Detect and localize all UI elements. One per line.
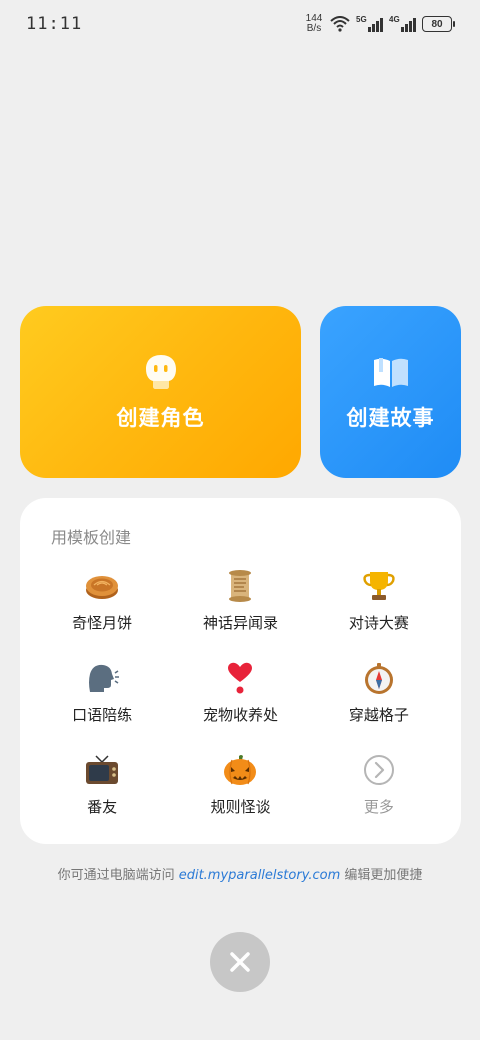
jack-o-lantern-icon <box>224 755 257 785</box>
create-story-label: 创建故事 <box>346 406 435 430</box>
network-speed: 144 B/s <box>305 13 323 34</box>
speaking-head-icon <box>89 664 120 692</box>
trophy-icon <box>363 572 395 600</box>
wifi-icon <box>330 16 350 32</box>
heart-icon <box>228 662 253 694</box>
template-panel: 用模板创建 奇怪月饼 神话异闻录 对诗大赛 口语陪练 宠物收养处 穿越格子 番友… <box>20 498 461 844</box>
template-pet-adoption[interactable]: 宠物收养处 <box>171 660 309 726</box>
status-icons: 144 B/s 5G 4G 80 <box>304 12 455 36</box>
mooncake-icon <box>86 576 119 599</box>
open-book-icon <box>373 358 408 387</box>
desktop-url-link[interactable]: edit.myparallelstory.com <box>179 868 341 883</box>
battery-icon: 80 <box>422 16 455 32</box>
desktop-hint: 你可通过电脑端访问 edit.myparallelstory.com 编辑更加便… <box>57 868 423 883</box>
television-icon <box>86 755 119 784</box>
template-time-travel[interactable]: 穿越格子 <box>310 660 448 726</box>
template-mythology[interactable]: 神话异闻录 <box>171 568 309 634</box>
status-time: 11:11 <box>26 14 83 34</box>
close-button[interactable] <box>210 932 270 992</box>
template-rule-horror[interactable]: 规则怪谈 <box>171 752 309 818</box>
compass-icon <box>364 663 393 694</box>
template-speaking-practice[interactable]: 口语陪练 <box>33 660 171 726</box>
scroll-icon <box>229 570 252 602</box>
signal-5g-icon: 5G <box>356 15 383 32</box>
signal-4g-icon: 4G <box>389 15 416 32</box>
create-role-label: 创建角色 <box>116 406 205 430</box>
close-icon <box>230 952 250 972</box>
ghost-face-icon <box>145 355 176 389</box>
template-section-title: 用模板创建 <box>51 528 132 547</box>
template-anime-friend[interactable]: 番友 <box>33 752 171 818</box>
status-bar: 11:11 144 B/s 5G 4G 80 <box>0 0 480 48</box>
template-more[interactable]: 更多 <box>310 752 448 818</box>
template-mooncake[interactable]: 奇怪月饼 <box>33 568 171 634</box>
create-story-button[interactable]: 创建故事 <box>320 306 461 478</box>
create-role-button[interactable]: 创建角色 <box>20 306 301 478</box>
chevron-right-circle-icon <box>363 755 394 785</box>
template-grid: 奇怪月饼 神话异闻录 对诗大赛 口语陪练 宠物收养处 穿越格子 番友 规则怪谈 … <box>33 568 448 818</box>
template-poetry-contest[interactable]: 对诗大赛 <box>310 568 448 634</box>
